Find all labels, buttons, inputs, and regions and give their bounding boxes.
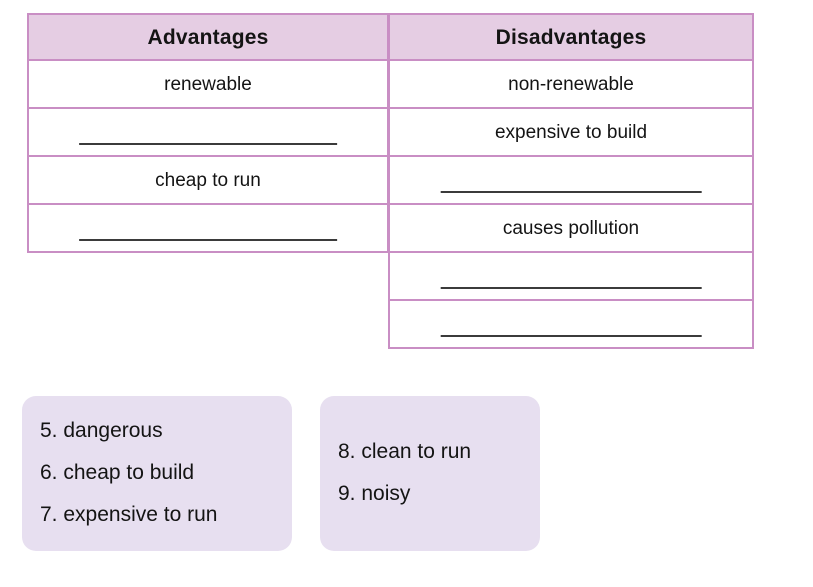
word-bank-item-5[interactable]: 5. dangerous — [40, 420, 292, 441]
table-cell-disadvantages-2-text: expensive to build — [494, 121, 648, 143]
table-cell-disadvantages-1-text: non-renewable — [508, 73, 634, 95]
column-header-advantages: Advantages — [27, 13, 389, 61]
column-advantages: Advantages renewable cheap to run — [27, 13, 389, 253]
table-cell-advantages-3-text: cheap to run — [155, 169, 261, 191]
word-bank-box-1: 5. dangerous 6. cheap to build 7. expens… — [22, 396, 292, 551]
table-cell-disadvantages-4-text: causes pollution — [502, 217, 640, 239]
table-cell-advantages-3[interactable]: cheap to run — [27, 155, 389, 205]
advantages-disadvantages-table: Advantages renewable cheap to run Disadv… — [27, 13, 755, 349]
table-cell-disadvantages-2[interactable]: expensive to build — [388, 107, 754, 157]
word-bank-item-6[interactable]: 6. cheap to build — [40, 462, 292, 483]
table-cell-advantages-1-text: renewable — [164, 73, 252, 95]
answer-blank-line[interactable] — [440, 335, 702, 337]
word-bank-box-2: 8. clean to run 9. noisy — [320, 396, 540, 551]
table-cell-disadvantages-1[interactable]: non-renewable — [388, 59, 754, 109]
table-cell-advantages-1[interactable]: renewable — [27, 59, 389, 109]
column-header-disadvantages: Disadvantages — [388, 13, 754, 61]
column-header-advantages-label: Advantages — [147, 25, 269, 49]
word-bank-item-8[interactable]: 8. clean to run — [338, 441, 540, 462]
column-disadvantages: Disadvantages non-renewable expensive to… — [388, 13, 754, 349]
table-cell-advantages-2[interactable] — [27, 107, 389, 157]
table-cell-disadvantages-6[interactable] — [388, 299, 754, 349]
table-cell-advantages-4[interactable] — [27, 203, 389, 253]
word-bank-item-9[interactable]: 9. noisy — [338, 483, 540, 504]
answer-blank-line[interactable] — [440, 191, 702, 193]
table-cell-disadvantages-4[interactable]: causes pollution — [388, 203, 754, 253]
answer-blank-line[interactable] — [440, 287, 702, 289]
column-header-disadvantages-label: Disadvantages — [495, 25, 647, 49]
answer-blank-line[interactable] — [79, 239, 337, 241]
table-cell-disadvantages-3[interactable] — [388, 155, 754, 205]
answer-blank-line[interactable] — [79, 143, 337, 145]
word-bank-item-7[interactable]: 7. expensive to run — [40, 504, 292, 525]
table-cell-disadvantages-5[interactable] — [388, 251, 754, 301]
